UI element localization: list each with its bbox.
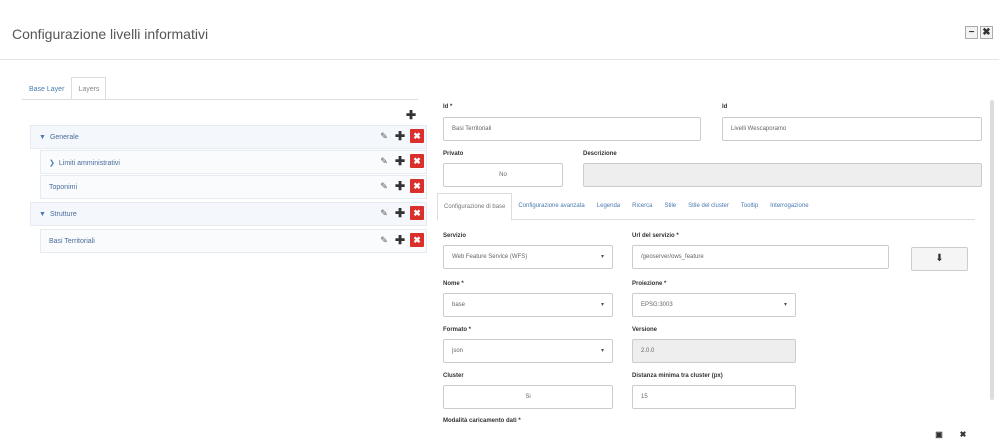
chevron-down-icon: ▾ <box>783 302 787 308</box>
service-label: Servizio <box>443 233 467 239</box>
close-icon[interactable]: ✖ <box>955 428 971 442</box>
cluster-field[interactable]: Si <box>443 385 613 409</box>
formato-select[interactable]: json ▾ <box>443 339 613 363</box>
layer-tabs: Base Layer Layers <box>22 77 107 100</box>
formato-label: Formato * <box>443 327 472 333</box>
chevron-right-icon[interactable]: ❯ <box>49 159 55 167</box>
nome-label: Nome * <box>443 281 464 287</box>
distanza-field[interactable]: 15 <box>632 385 796 409</box>
tree-row-strutture[interactable]: ▼ Strutture ✎ ✚ ✖ <box>30 202 427 226</box>
chevron-down-icon[interactable]: ▼ <box>39 211 46 218</box>
tree-row-toponimi[interactable]: Toponimi ✎ ✚ ✖ <box>40 175 427 199</box>
tree-item-label: Basi Territoriali <box>49 238 95 245</box>
chevron-down-icon: ▾ <box>600 302 604 308</box>
url-field[interactable]: /geoserver/ows_feature <box>632 245 889 269</box>
download-icon: ⬇ <box>935 253 944 264</box>
title-bar: Configurazione livelli informativi − ✖ <box>0 0 999 60</box>
tree-item-label: Limiti amministrativi <box>58 160 120 167</box>
description-label: Descrizione <box>583 151 617 157</box>
add-icon[interactable]: ✚ <box>394 234 406 246</box>
add-icon[interactable]: ✚ <box>394 180 406 192</box>
form-scrollbar[interactable] <box>990 100 994 400</box>
tab-configurazione-avanzata[interactable]: Configurazione avanzata <box>512 193 590 219</box>
chevron-down-icon: ▾ <box>600 348 604 354</box>
proiezione-label: Proiezione * <box>632 281 667 287</box>
edit-icon[interactable]: ✎ <box>378 130 390 142</box>
tab-tooltip[interactable]: Tooltip <box>735 193 764 219</box>
preview-field[interactable]: No <box>443 163 563 187</box>
add-icon[interactable]: ✚ <box>394 130 406 142</box>
config-tabs: Configurazione di base Configurazione av… <box>437 193 975 221</box>
tree-item-label: Strutture <box>49 211 77 218</box>
chevron-down-icon: ▾ <box>600 254 604 260</box>
delete-icon[interactable]: ✖ <box>410 154 424 168</box>
tab-legenda[interactable]: Legenda <box>591 193 626 219</box>
formato-value: json <box>452 348 464 354</box>
id-field[interactable]: Basi Territoriali <box>443 117 701 141</box>
tab-configurazione-base[interactable]: Configurazione di base <box>437 193 513 221</box>
edit-icon[interactable]: ✎ <box>378 234 390 246</box>
modalita-label: Modalità caricamento dati * <box>443 418 521 424</box>
id-label: Id * <box>443 104 453 110</box>
delete-icon[interactable]: ✖ <box>410 179 424 193</box>
service-value: Web Feature Service (WFS) <box>452 254 528 260</box>
tree-item-label: Generale <box>49 134 79 141</box>
edit-icon[interactable]: ✎ <box>378 155 390 167</box>
tree-item-label: Toponimi <box>49 184 78 191</box>
tab-stile[interactable]: Stile <box>658 193 682 219</box>
footer-actions: ▣ ✖ <box>931 428 971 442</box>
versione-label: Versione <box>632 327 658 333</box>
description-field[interactable] <box>583 163 982 187</box>
edit-icon[interactable]: ✎ <box>378 180 390 192</box>
distanza-label: Distanza minima tra cluster (px) <box>632 373 723 379</box>
add-icon[interactable]: ✚ <box>394 207 406 219</box>
cluster-label: Cluster <box>443 373 464 379</box>
edit-icon[interactable]: ✎ <box>378 207 390 219</box>
name-field[interactable]: Livelli Wescaporamo <box>722 117 982 141</box>
window-title: Configurazione livelli informativi <box>12 26 209 42</box>
delete-icon[interactable]: ✖ <box>410 129 424 143</box>
service-select[interactable]: Web Feature Service (WFS) ▾ <box>443 245 613 269</box>
tab-interrogazione[interactable]: Interrogazione <box>764 193 814 219</box>
tabs-divider <box>22 99 418 100</box>
tab-ricerca[interactable]: Ricerca <box>626 193 658 219</box>
versione-field[interactable]: 2.0.0 <box>632 339 796 363</box>
tree-row-basi[interactable]: Basi Territoriali ✎ ✚ ✖ <box>40 229 427 253</box>
name-label: Id <box>722 104 728 110</box>
add-root-icon[interactable]: ✚ <box>405 109 417 121</box>
window-controls: − ✖ <box>965 26 993 39</box>
proiezione-value: EPSG:3003 <box>641 302 673 308</box>
preview-label: Privato <box>443 151 464 157</box>
url-label: Url del servizio * <box>632 233 679 239</box>
nome-select[interactable]: base ▾ <box>443 293 613 317</box>
tab-stile-cluster[interactable]: Stile del cluster <box>682 193 735 219</box>
tab-layers[interactable]: Layers <box>71 77 107 100</box>
tree-row-limiti[interactable]: ❯ Limiti amministrativi ✎ ✚ ✖ <box>40 150 427 174</box>
minimize-button[interactable]: − <box>965 26 978 39</box>
tab-base-layer[interactable]: Base Layer <box>22 77 71 100</box>
tree-row-generale[interactable]: ▼ Generale ✎ ✚ ✖ <box>30 125 427 149</box>
save-icon[interactable]: ▣ <box>931 428 947 442</box>
download-button[interactable]: ⬇ <box>911 247 968 271</box>
proiezione-select[interactable]: EPSG:3003 ▾ <box>632 293 796 317</box>
nome-value: base <box>452 302 466 308</box>
delete-icon[interactable]: ✖ <box>410 206 424 220</box>
add-icon[interactable]: ✚ <box>394 155 406 167</box>
close-window-button[interactable]: ✖ <box>980 26 993 39</box>
delete-icon[interactable]: ✖ <box>410 233 424 247</box>
chevron-down-icon[interactable]: ▼ <box>39 134 46 141</box>
